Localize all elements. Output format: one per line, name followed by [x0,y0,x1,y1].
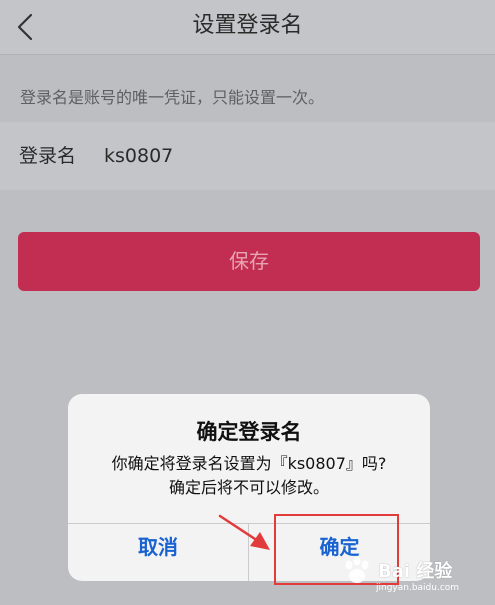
dialog-message-line: 确定后将不可以修改。 [168,478,329,497]
annotation-arrow-icon [218,514,270,550]
page-title: 设置登录名 [192,13,303,38]
login-name-input[interactable]: ks0807 [104,122,173,190]
login-name-field[interactable]: 登录名 ks0807 [0,122,495,190]
hint-text: 登录名是账号的唯一凭证，只能设置一次。 [20,88,325,107]
dialog-message-line: 你确定将登录名设置为『ks0807』吗? [111,454,387,473]
paw-logo-icon [345,556,369,583]
watermark-text: Bai 经验 [378,561,453,582]
watermark-url: jingyan.baidu.com [376,583,460,593]
dialog-title: 确定登录名 [196,420,302,444]
dialog-message: 你确定将登录名设置为『ks0807』吗? 确定后将不可以修改。 [76,452,422,500]
field-label: 登录名 [19,145,77,167]
save-button[interactable]: 保存 [18,232,480,291]
baidu-watermark: Bai 经验 jingyan.baidu.com [340,556,490,602]
navbar: 设置登录名 [0,0,495,55]
